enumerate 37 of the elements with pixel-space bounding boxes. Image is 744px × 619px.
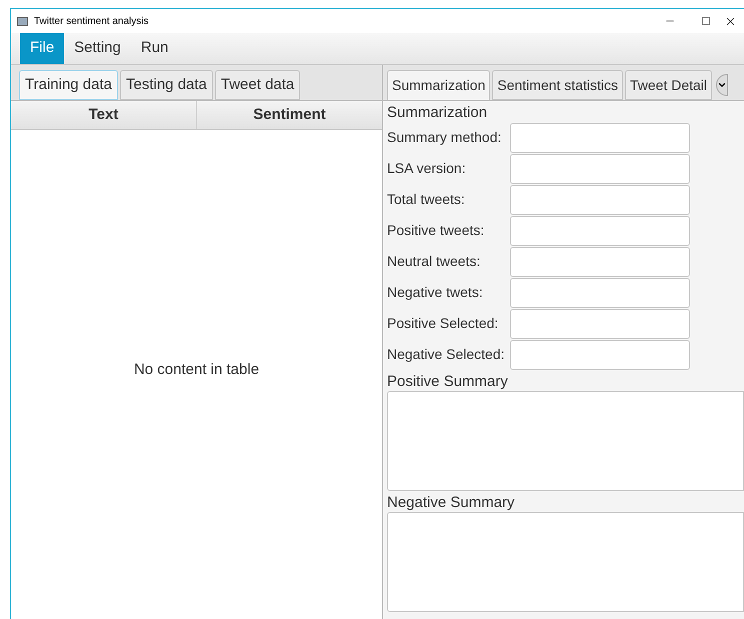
- empty-table-message: No content in table: [134, 360, 260, 380]
- tab-overflow-button[interactable]: [716, 74, 728, 96]
- tab[interactable]: Testing data: [120, 70, 213, 100]
- field-label: Total tweets:: [387, 190, 466, 209]
- field-label: Negative twets:: [387, 283, 484, 302]
- field-label: Positive Selected:: [387, 314, 500, 333]
- field-label: Positive tweets:: [387, 221, 486, 240]
- maximize-icon: [701, 16, 711, 26]
- app-icon: [17, 16, 28, 26]
- text-area[interactable]: [387, 512, 744, 612]
- input-field[interactable]: [510, 184, 690, 214]
- input-field[interactable]: [510, 308, 690, 338]
- tab[interactable]: Tweet Detail: [624, 70, 712, 100]
- menu-item[interactable]: Setting: [64, 33, 131, 64]
- field-label: Negative Selected:: [387, 345, 506, 364]
- section-title: Negative Summary: [387, 493, 516, 512]
- column-header[interactable]: Text: [11, 101, 197, 129]
- window-title: Twitter sentiment analysis: [34, 14, 148, 28]
- tab[interactable]: Training data: [19, 70, 118, 100]
- input-field[interactable]: [510, 246, 690, 276]
- input-field[interactable]: [510, 122, 690, 152]
- input-field[interactable]: [510, 340, 690, 370]
- column-header[interactable]: Sentiment: [197, 101, 382, 129]
- tab[interactable]: Tweet data: [214, 70, 300, 100]
- tab[interactable]: Summarization: [387, 70, 490, 100]
- menu-item[interactable]: Run: [130, 33, 178, 64]
- caret-icon: [717, 80, 728, 90]
- field-label: Summary method:: [387, 128, 502, 147]
- input-field[interactable]: [510, 278, 690, 308]
- field-label: Neutral tweets:: [387, 252, 482, 271]
- input-field[interactable]: [510, 216, 690, 246]
- section-title: Summarization: [387, 103, 488, 122]
- input-field[interactable]: [510, 154, 690, 184]
- text-area[interactable]: [387, 391, 744, 491]
- section-title: Positive Summary: [387, 372, 509, 391]
- tab[interactable]: Sentiment statistics: [492, 70, 623, 100]
- field-label: LSA version:: [387, 159, 467, 178]
